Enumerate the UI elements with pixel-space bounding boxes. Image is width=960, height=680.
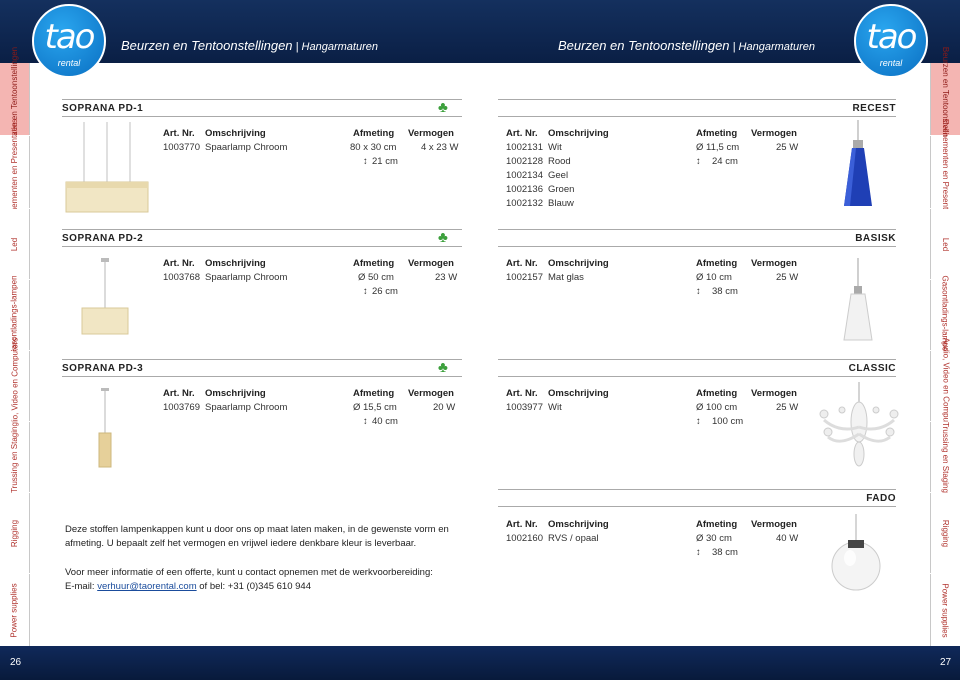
info-paragraph-custom-shades: Deze stoffen lampenkappen kunt u door on…	[65, 524, 449, 549]
table-header: Art. Nr. Omschrijving Afmeting Vermogen	[163, 388, 454, 399]
height-arrow-icon: ↕	[696, 286, 701, 297]
section-title: SOPRANA PD-1	[62, 102, 144, 114]
table-row: ↕ 38 cm	[696, 286, 738, 297]
tab-right-led[interactable]: Led	[930, 209, 960, 279]
height-arrow-icon: ↕	[363, 156, 368, 167]
tao-logo-right: tao rental	[854, 4, 928, 78]
table-row: 1002160 RVS / opaal Ø 30 cm 40 W	[506, 533, 799, 544]
height-arrow-icon: ↕	[696, 416, 701, 427]
email-link[interactable]: verhuur@taorental.com	[97, 581, 196, 592]
section-title: BASISK	[855, 232, 896, 244]
section-title: CLASSIC	[848, 362, 896, 374]
tab-left-audio-video[interactable]: Audio, Video en Computers	[0, 337, 30, 435]
table-row: ↕ 100 cm	[696, 416, 744, 427]
height-arrow-icon: ↕	[363, 416, 368, 427]
tab-left-power-supplies[interactable]: Power supplies	[0, 574, 30, 646]
lamp-image-fado	[831, 514, 881, 591]
table-row: 1002134 Geel	[506, 170, 569, 181]
table-row: 1002132 Blauw	[506, 198, 574, 209]
height-arrow-icon: ↕	[363, 286, 368, 297]
table-row: ↕ 26 cm	[363, 286, 398, 297]
lamp-image-classic	[819, 382, 899, 467]
lamp-image-pd1	[65, 122, 149, 213]
height-arrow-icon: ↕	[696, 547, 701, 558]
lamp-image-pd3	[98, 388, 112, 468]
info-paragraph-contact: Voor meer informatie of een offerte, kun…	[65, 567, 433, 578]
table-row: 1003768 Spaarlamp Chroom Ø 50 cm 23 W	[163, 272, 458, 283]
tab-right-evenementen[interactable]: Evenementen en Presentaties	[930, 118, 960, 226]
lamp-image-basisk	[843, 258, 873, 341]
section-title: SOPRANA PD-2	[62, 232, 144, 244]
table-row: 1003977 Wit Ø 100 cm 25 W	[506, 402, 799, 413]
table-row: 1003770 Spaarlamp Chroom 80 x 30 cm 4 x …	[163, 142, 459, 153]
table-row: 1003769 Spaarlamp Chroom Ø 15,5 cm 20 W	[163, 402, 456, 413]
tab-left-evenementen[interactable]: Evenementen en Presentaties	[0, 118, 30, 226]
table-row: 1002131 Wit Ø 11,5 cm 25 W	[506, 142, 799, 153]
section-bar-soprana-pd2: SOPRANA PD-2	[62, 229, 462, 247]
clover-icon: ♣	[438, 229, 448, 246]
table-header: Art. Nr. Omschrijving Afmeting Vermogen	[506, 388, 797, 399]
table-row: 1002157 Mat glas Ø 10 cm 25 W	[506, 272, 799, 283]
height-arrow-icon: ↕	[696, 156, 701, 167]
section-bar-soprana-pd3: SOPRANA PD-3	[62, 359, 462, 377]
section-bar-basisk: BASISK	[498, 229, 896, 247]
table-row: ↕ 38 cm	[696, 547, 738, 558]
table-header: Art. Nr. Omschrijving Afmeting Vermogen	[506, 128, 797, 139]
clover-icon: ♣	[438, 359, 448, 376]
tab-left-trussing[interactable]: Trussing en Staging	[0, 422, 30, 492]
lamp-image-recest	[844, 120, 872, 206]
page-number-left: 26	[10, 657, 22, 668]
lamp-image-pd2	[81, 258, 129, 335]
table-header: Art. Nr. Omschrijving Afmeting Vermogen	[506, 258, 797, 269]
section-title: SOPRANA PD-3	[62, 362, 144, 374]
contact-line: E-mail: verhuur@taorental.com of bel: +3…	[65, 581, 311, 592]
section-bar-recest: RECEST	[498, 99, 896, 117]
section-bar-classic: CLASSIC	[498, 359, 896, 377]
section-title: RECEST	[852, 102, 896, 114]
header-bar	[0, 0, 960, 63]
tao-logo-left: tao rental	[32, 4, 106, 78]
clover-icon: ♣	[438, 99, 448, 116]
tab-left-rigging[interactable]: Rigging	[0, 493, 30, 573]
footer-bar	[0, 646, 960, 680]
tab-right-audio-video[interactable]: Audio, Video en Computers	[930, 337, 960, 435]
header-title-left: Beurzen en Tentoonstellingen | Hangarmat…	[121, 38, 378, 53]
section-bar-soprana-pd1: SOPRANA PD-1	[62, 99, 462, 117]
table-header: Art. Nr. Omschrijving Afmeting Vermogen	[163, 258, 454, 269]
table-header: Art. Nr. Omschrijving Afmeting Vermogen	[163, 128, 454, 139]
tab-right-trussing[interactable]: Trussing en Staging	[930, 422, 960, 492]
table-row: ↕ 21 cm	[363, 156, 398, 167]
page-number-right: 27	[940, 657, 952, 668]
table-row: 1002128 Rood ↕ 24 cm	[506, 156, 738, 167]
section-bar-fado: FADO	[498, 489, 896, 507]
table-header: Art. Nr. Omschrijving Afmeting Vermogen	[506, 519, 797, 530]
table-row: 1002136 Groen	[506, 184, 575, 195]
section-title: FADO	[866, 492, 896, 504]
header-title-right: Beurzen en Tentoonstellingen | Hangarmat…	[558, 38, 815, 53]
tab-right-power-supplies[interactable]: Power supplies	[930, 574, 960, 646]
table-row: ↕ 40 cm	[363, 416, 398, 427]
tab-right-rigging[interactable]: Rigging	[930, 493, 960, 573]
tab-left-led[interactable]: Led	[0, 209, 30, 279]
